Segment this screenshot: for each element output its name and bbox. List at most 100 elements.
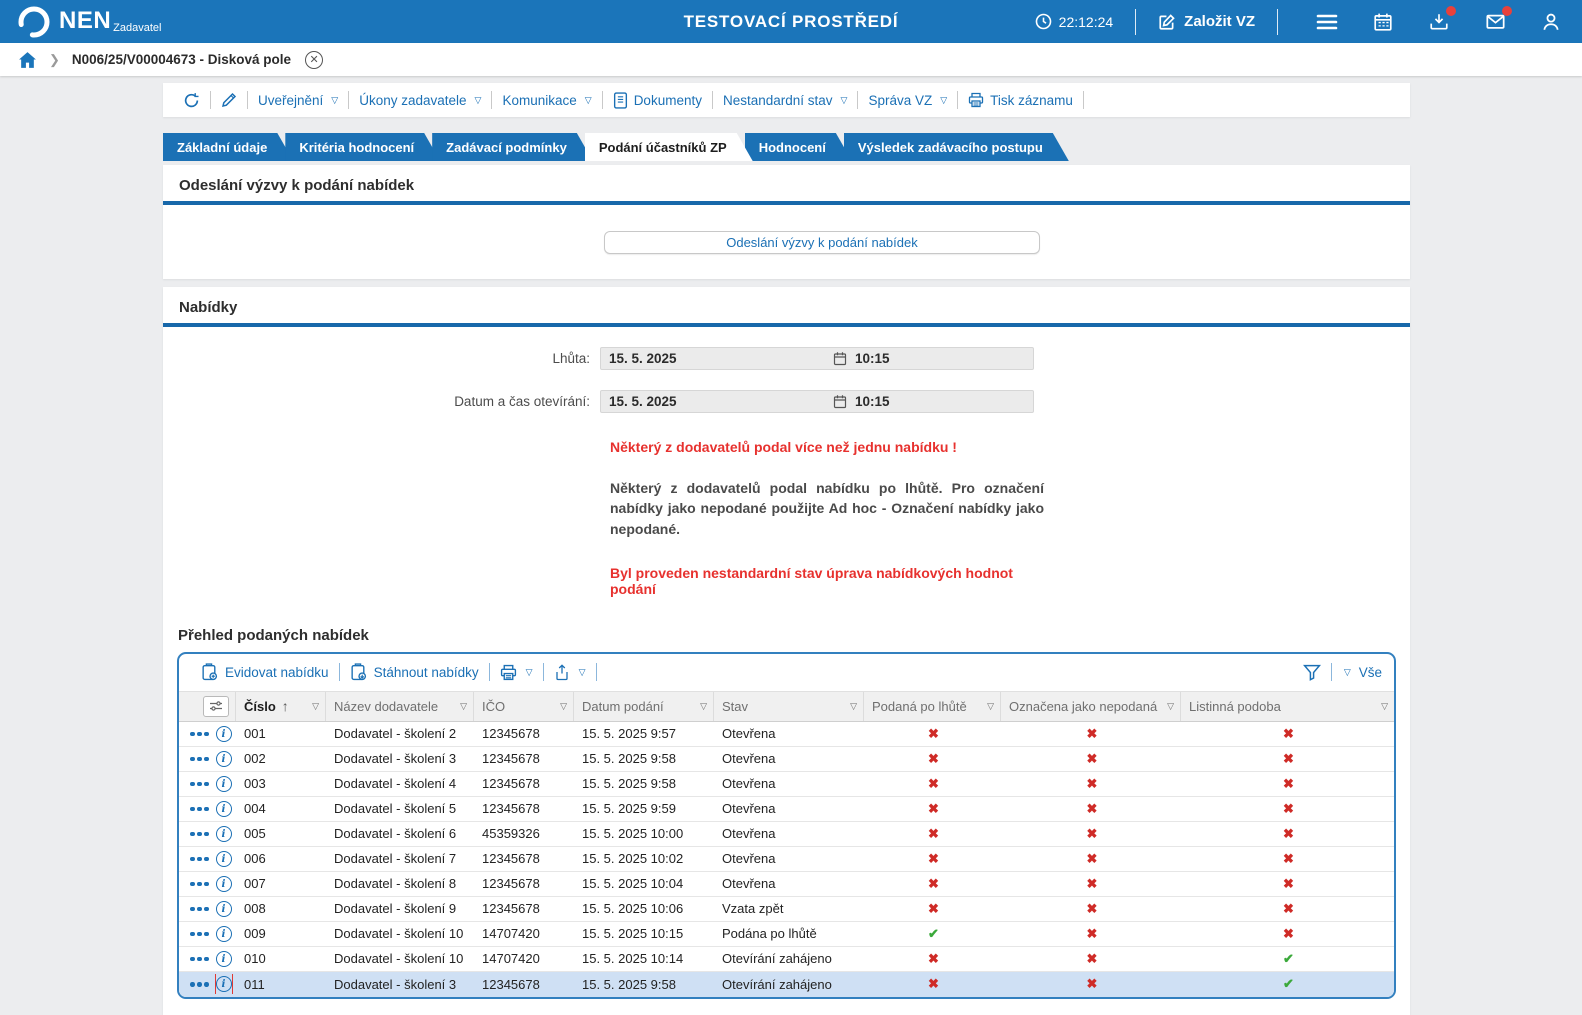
filter-icon[interactable] — [1303, 664, 1321, 681]
table-row[interactable]: i 003 Dodavatel - školení 4 12345678 15.… — [179, 772, 1394, 797]
action-toolbar: Uveřejnění▽ Úkony zadavatele▽ Komunikace… — [163, 83, 1410, 117]
table-row[interactable]: i 006 Dodavatel - školení 7 12345678 15.… — [179, 847, 1394, 872]
column-label: Datum podání — [582, 699, 700, 714]
column-header-nepodana[interactable]: Označena jako nepodaná ▽ — [1001, 692, 1181, 721]
cell-ico: 12345678 — [474, 876, 574, 891]
filter-caret-icon[interactable]: ▽ — [987, 701, 994, 712]
menu-komunikace[interactable]: Komunikace▽ — [492, 93, 601, 108]
inbox-button[interactable] — [1426, 9, 1452, 35]
tab-podani-ucastniku-zp[interactable]: Podání účastníků ZP — [585, 133, 753, 161]
table-row[interactable]: i 007 Dodavatel - školení 8 12345678 15.… — [179, 872, 1394, 897]
cell-cislo: 010 — [236, 951, 326, 966]
column-header-po-lhute[interactable]: Podaná po lhůtě ▽ — [864, 692, 1001, 721]
breadcrumb-item[interactable]: N006/25/V00004673 - Disková pole — [72, 52, 291, 67]
export-table-button[interactable]: ▽ — [544, 664, 596, 681]
tab-hodnoceni[interactable]: Hodnocení — [745, 133, 852, 161]
cell-oznacena-nepodana: ✖ — [1001, 876, 1181, 892]
column-label: Označena jako nepodaná — [1009, 699, 1167, 714]
cell-podana-po-lhute: ✖ — [864, 851, 1001, 867]
table-row[interactable]: i 011 Dodavatel - školení 3 12345678 15.… — [179, 972, 1394, 997]
info-icon[interactable]: i — [216, 726, 232, 742]
table-row[interactable]: i 008 Dodavatel - školení 9 12345678 15.… — [179, 897, 1394, 922]
menu-dokumenty[interactable]: Dokumenty — [603, 92, 712, 109]
filter-all-dropdown[interactable]: ▽ Vše — [1342, 665, 1382, 680]
info-icon[interactable]: i — [216, 776, 232, 792]
messages-badge — [1502, 6, 1512, 16]
column-header-ico[interactable]: IČO ▽ — [474, 692, 574, 721]
tab-vysledek[interactable]: Výsledek zadávacího postupu — [844, 133, 1069, 161]
evidovat-nabidku-button[interactable]: Evidovat nabídku — [191, 663, 339, 681]
otevirani-input[interactable]: 15. 5. 2025 10:15 — [600, 390, 1034, 413]
menu-sprava-vz[interactable]: Správa VZ▽ — [858, 93, 957, 108]
filter-caret-icon[interactable]: ▽ — [1167, 701, 1174, 712]
filter-caret-icon[interactable]: ▽ — [312, 701, 319, 712]
messages-button[interactable] — [1482, 9, 1508, 35]
menu-nestandardni-stav[interactable]: Nestandardní stav▽ — [713, 93, 857, 108]
table-row[interactable]: i 002 Dodavatel - školení 3 12345678 15.… — [179, 747, 1394, 772]
row-menu-icon[interactable] — [190, 782, 209, 787]
close-tab-icon[interactable]: ✕ — [305, 51, 323, 69]
menu-ukony-zadavatele[interactable]: Úkony zadavatele▽ — [349, 93, 491, 108]
info-icon[interactable]: i — [216, 951, 232, 967]
info-icon[interactable]: i — [216, 826, 232, 842]
tab-zakladni-udaje[interactable]: Základní údaje — [163, 133, 293, 161]
row-menu-icon[interactable] — [190, 757, 209, 762]
info-icon[interactable]: i — [216, 851, 232, 867]
stahnout-nabidky-button[interactable]: Stáhnout nabídky — [340, 663, 489, 681]
row-menu-icon[interactable] — [190, 907, 209, 912]
create-vz-button[interactable]: Založit VZ — [1158, 13, 1255, 31]
lhuta-input[interactable]: 15. 5. 2025 10:15 — [600, 347, 1034, 370]
cell-oznacena-nepodana: ✖ — [1001, 801, 1181, 817]
nen-logo[interactable]: NEN Zadavatel — [18, 6, 161, 38]
menu-uverejneni[interactable]: Uveřejnění▽ — [248, 93, 348, 108]
info-icon[interactable]: i — [216, 976, 232, 992]
info-icon[interactable]: i — [216, 801, 232, 817]
table-row[interactable]: i 009 Dodavatel - školení 10 14707420 15… — [179, 922, 1394, 947]
column-header-stav[interactable]: Stav ▽ — [714, 692, 864, 721]
edit-button[interactable] — [211, 92, 247, 108]
info-icon[interactable]: i — [216, 876, 232, 892]
row-controls: i — [179, 774, 236, 794]
row-menu-icon[interactable] — [190, 857, 209, 862]
row-menu-icon[interactable] — [190, 732, 209, 737]
print-table-button[interactable]: ▽ — [490, 664, 543, 681]
table-row[interactable]: i 004 Dodavatel - školení 5 12345678 15.… — [179, 797, 1394, 822]
table-row[interactable]: i 001 Dodavatel - školení 2 12345678 15.… — [179, 722, 1394, 747]
filter-caret-icon[interactable]: ▽ — [850, 701, 857, 712]
row-menu-icon[interactable] — [190, 982, 209, 987]
cell-datum-podani: 15. 5. 2025 10:04 — [574, 876, 714, 891]
filter-caret-icon[interactable]: ▽ — [560, 701, 567, 712]
info-icon[interactable]: i — [216, 901, 232, 917]
filter-caret-icon[interactable]: ▽ — [460, 701, 467, 712]
row-menu-icon[interactable] — [190, 957, 209, 962]
menu-tisk-zaznamu[interactable]: Tisk záznamu — [958, 92, 1083, 108]
row-menu-icon[interactable] — [190, 882, 209, 887]
home-icon[interactable] — [18, 51, 37, 69]
calendar-button[interactable] — [1370, 9, 1396, 35]
section-rule — [163, 323, 1410, 327]
info-icon[interactable]: i — [216, 926, 232, 942]
filter-caret-icon[interactable]: ▽ — [700, 701, 707, 712]
user-button[interactable] — [1538, 9, 1564, 35]
row-menu-icon[interactable] — [190, 807, 209, 812]
calendar-icon[interactable] — [833, 351, 847, 366]
filter-caret-icon[interactable]: ▽ — [1381, 701, 1388, 712]
info-icon[interactable]: i — [216, 751, 232, 767]
menu-label: Dokumenty — [634, 93, 702, 108]
column-header-nazev[interactable]: Název dodavatele ▽ — [326, 692, 474, 721]
row-menu-icon[interactable] — [190, 932, 209, 937]
row-menu-icon[interactable] — [190, 832, 209, 837]
tab-zadavaci-podminky[interactable]: Zadávací podmínky — [432, 133, 593, 161]
menu-button[interactable] — [1314, 9, 1340, 35]
table-row[interactable]: i 010 Dodavatel - školení 10 14707420 15… — [179, 947, 1394, 972]
column-header-cislo[interactable]: Číslo ↑ ▽ — [236, 692, 326, 721]
column-settings-button[interactable] — [203, 696, 229, 717]
refresh-button[interactable] — [173, 92, 210, 109]
table-row[interactable]: i 005 Dodavatel - školení 6 45359326 15.… — [179, 822, 1394, 847]
tab-kriteria-hodnoceni[interactable]: Kritéria hodnocení — [285, 133, 440, 161]
toolbar-divider — [543, 663, 544, 681]
odeslani-vyzvy-button[interactable]: Odeslání výzvy k podání nabídek — [604, 231, 1040, 254]
column-header-listinna[interactable]: Listinná podoba ▽ — [1181, 692, 1394, 721]
column-header-datum[interactable]: Datum podání ▽ — [574, 692, 714, 721]
calendar-icon[interactable] — [833, 394, 847, 409]
